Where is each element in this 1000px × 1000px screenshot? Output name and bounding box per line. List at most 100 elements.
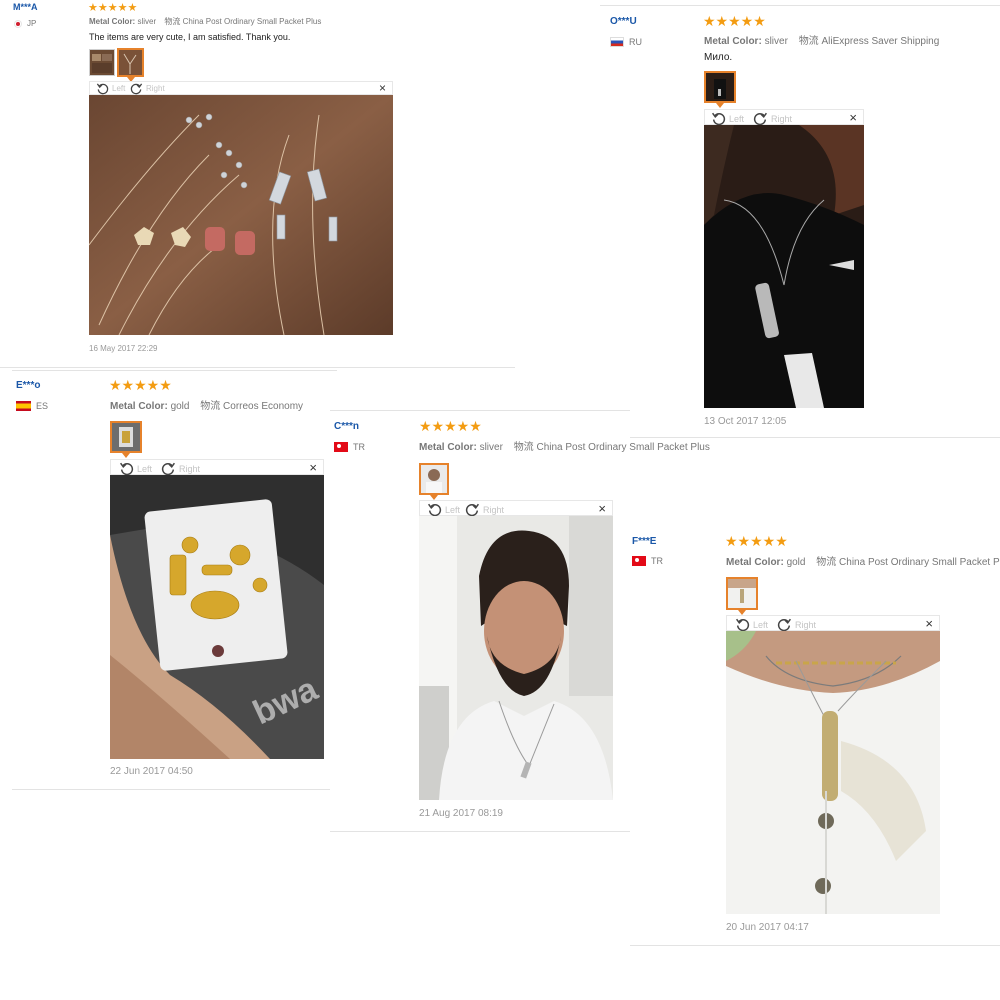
photo-thumbnail-active[interactable] bbox=[704, 71, 736, 108]
metal-color-value: gold bbox=[786, 557, 806, 568]
review-date: 16 May 2017 22:29 bbox=[89, 344, 158, 353]
photo-thumbnail-active[interactable] bbox=[726, 577, 758, 615]
metal-color-label: Metal Color: bbox=[419, 442, 477, 453]
image-viewer-toolbar: Left Right × bbox=[419, 500, 613, 517]
review-date: 22 Jun 2017 04:50 bbox=[110, 766, 193, 777]
country-code: TR bbox=[353, 442, 365, 452]
review-photo: bwa bbox=[110, 475, 324, 759]
rotate-right-icon bbox=[777, 618, 792, 632]
review-meta: Metal Color: sliver 物流 China Post Ordina… bbox=[89, 16, 321, 27]
rotate-right-label: Right bbox=[146, 84, 165, 93]
divider bbox=[630, 945, 1000, 946]
thumbnail-image bbox=[112, 423, 140, 451]
rotate-left-button[interactable]: Left bbox=[427, 502, 460, 517]
shipping-value: Correos Economy bbox=[223, 401, 304, 412]
review-card: E***o ES ★★★★★ Metal Color: gold 物流 Corr… bbox=[12, 370, 337, 790]
rotate-right-button[interactable]: Right bbox=[130, 82, 165, 95]
close-icon[interactable]: × bbox=[849, 110, 857, 125]
thumbnail-image bbox=[119, 50, 142, 75]
review-photo bbox=[726, 631, 940, 914]
rotate-right-icon bbox=[465, 503, 480, 517]
rotate-left-button[interactable]: Left bbox=[119, 461, 152, 476]
reviewer-name[interactable]: M***A bbox=[13, 2, 38, 12]
metal-color-value: sliver bbox=[479, 442, 503, 453]
rotate-right-button[interactable]: Right bbox=[753, 111, 792, 126]
metal-color-value: sliver bbox=[137, 17, 157, 26]
photo-thumbnail-active[interactable] bbox=[419, 463, 449, 500]
rotate-right-label: Right bbox=[795, 619, 817, 630]
flag-icon bbox=[632, 556, 646, 566]
close-icon[interactable]: × bbox=[379, 81, 386, 95]
reviewer-country: RU bbox=[610, 37, 642, 47]
review-meta: Metal Color: sliver 物流 AliExpress Saver … bbox=[704, 32, 939, 47]
rotate-right-icon bbox=[161, 462, 176, 476]
flag-icon bbox=[14, 19, 22, 28]
rotate-right-label: Right bbox=[771, 113, 793, 124]
rotate-right-icon bbox=[130, 83, 143, 95]
rotate-left-icon bbox=[427, 503, 442, 517]
rotate-left-icon bbox=[711, 112, 726, 126]
shipping-value: China Post Ordinary Small Packet Plus bbox=[182, 17, 322, 26]
rotate-left-icon bbox=[119, 462, 134, 476]
reviewer-country: ES bbox=[16, 401, 48, 411]
reviewer-name[interactable]: O***U bbox=[610, 16, 637, 27]
country-code: JP bbox=[27, 19, 37, 28]
reviewer-name[interactable]: C***n bbox=[334, 421, 359, 432]
review-card: O***U RU ★★★★★ Metal Color: sliver 物流 Al… bbox=[600, 5, 1000, 438]
thumbnail-image bbox=[421, 465, 447, 493]
reviewer-country: JP bbox=[14, 19, 36, 28]
review-card: F***E TR ★★★★★ Metal Color: gold 物流 Chin… bbox=[630, 525, 1000, 946]
star-rating: ★★★★★ bbox=[703, 13, 766, 29]
image-viewer-toolbar: Left Right × bbox=[726, 615, 940, 632]
shipping-label: 物流 bbox=[200, 401, 221, 412]
divider bbox=[12, 370, 337, 371]
shipping-value: China Post Ordinary Small Packet Pl bbox=[839, 557, 1000, 568]
metal-color-label: Metal Color: bbox=[89, 17, 136, 26]
rotate-right-button[interactable]: Right bbox=[777, 617, 816, 632]
star-rating: ★★★★★ bbox=[725, 533, 788, 549]
review-card: M***A JP ★★★★★ Metal Color: sliver 物流 Ch… bbox=[0, 0, 515, 368]
shipping-value: China Post Ordinary Small Packet Plus bbox=[536, 442, 710, 453]
review-text: The items are very cute, I am satisfied.… bbox=[89, 32, 291, 42]
necklace-white-shirt-photo bbox=[726, 631, 940, 914]
review-card: C***n TR ★★★★★ Metal Color: sliver 物流 Ch… bbox=[330, 410, 710, 832]
review-meta: Metal Color: sliver 物流 China Post Ordina… bbox=[419, 438, 710, 453]
reviewer-name[interactable]: F***E bbox=[632, 536, 656, 547]
shipping-label: 物流 bbox=[816, 557, 837, 568]
close-icon[interactable]: × bbox=[598, 501, 606, 516]
rotate-left-label: Left bbox=[729, 113, 745, 124]
review-text: Мило. bbox=[704, 52, 733, 63]
flag-icon bbox=[610, 37, 624, 47]
shipping-label: 物流 bbox=[513, 442, 534, 453]
necklace-worn-photo bbox=[704, 125, 864, 408]
rotate-left-button[interactable]: Left bbox=[711, 111, 744, 126]
rotate-right-icon bbox=[753, 112, 768, 126]
review-photo bbox=[419, 516, 613, 800]
rotate-right-button[interactable]: Right bbox=[161, 461, 200, 476]
review-meta: Metal Color: gold 物流 Correos Economy bbox=[110, 397, 303, 412]
image-viewer-toolbar: Left Right × bbox=[89, 81, 393, 95]
rotate-left-button[interactable]: Left bbox=[735, 617, 768, 632]
reviewer-name[interactable]: E***o bbox=[16, 380, 40, 391]
review-photo bbox=[89, 95, 393, 335]
review-date: 13 Oct 2017 12:05 bbox=[704, 416, 787, 427]
review-meta: Metal Color: gold 物流 China Post Ordinary… bbox=[726, 553, 1000, 568]
photo-thumbnail[interactable] bbox=[89, 49, 115, 76]
review-date: 21 Aug 2017 08:19 bbox=[419, 808, 503, 819]
shipping-label: 物流 bbox=[798, 36, 819, 47]
metal-color-label: Metal Color: bbox=[726, 557, 784, 568]
star-rating: ★★★★★ bbox=[109, 377, 172, 393]
photo-thumbnail-active[interactable] bbox=[110, 421, 142, 458]
rotate-left-button[interactable]: Left bbox=[96, 82, 125, 95]
rotate-left-icon bbox=[735, 618, 750, 632]
close-icon[interactable]: × bbox=[925, 616, 933, 631]
image-viewer-toolbar: Left Right × bbox=[110, 459, 324, 476]
divider bbox=[330, 831, 630, 832]
rotate-left-label: Left bbox=[753, 619, 769, 630]
close-icon[interactable]: × bbox=[309, 460, 317, 475]
rotate-left-icon bbox=[96, 83, 109, 95]
photo-thumbnail-active[interactable] bbox=[117, 48, 144, 82]
rotate-right-button[interactable]: Right bbox=[465, 502, 504, 517]
divider bbox=[600, 5, 1000, 6]
thumbnail-image bbox=[706, 73, 734, 101]
